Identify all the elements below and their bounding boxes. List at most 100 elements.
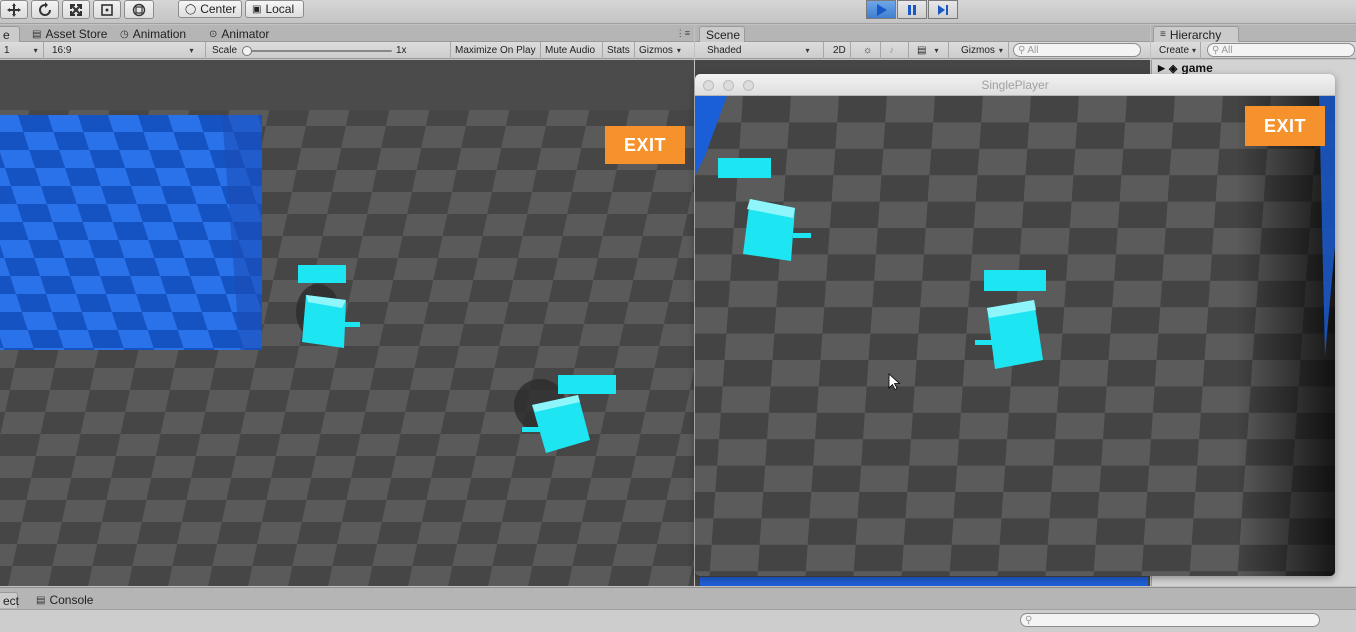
display-dropdown[interactable]: 1 ▾: [0, 42, 44, 59]
maximize-on-play-label: Maximize On Play: [455, 45, 536, 56]
cube-icon: ▣: [252, 3, 262, 15]
mute-audio-label: Mute Audio: [545, 45, 596, 56]
window-titlebar[interactable]: SinglePlayer: [695, 74, 1335, 96]
play-button[interactable]: [866, 0, 896, 19]
health-bar: [298, 265, 346, 283]
tab-game[interactable]: e: [0, 26, 20, 42]
tab-project[interactable]: ect: [0, 592, 20, 608]
shading-dropdown[interactable]: Shaded ▾: [699, 42, 824, 59]
pause-button[interactable]: [897, 0, 927, 19]
clock-icon: ◷: [120, 28, 129, 40]
scale-slider[interactable]: [242, 50, 392, 52]
scene-floor-strip: [700, 577, 1148, 586]
rotate-button[interactable]: [31, 0, 59, 19]
dropdown-arrow-icon: ▾: [676, 46, 681, 55]
create-dropdown[interactable]: Create ▾: [1155, 42, 1201, 59]
effects-dropdown[interactable]: ▤ ▾: [913, 42, 949, 59]
scale-control: Scale 1x: [206, 42, 451, 59]
unity-logo-icon: ◈: [1168, 62, 1178, 75]
game-viewport[interactable]: EXIT: [0, 60, 694, 586]
player-viewport[interactable]: EXIT: [695, 96, 1335, 576]
health-bar: [718, 158, 771, 178]
scene-gizmos-dropdown[interactable]: Gizmos ▾: [957, 42, 1009, 59]
dropdown-arrow-icon: ▾: [1192, 46, 1197, 55]
stats-label: Stats: [607, 45, 630, 56]
tab-console[interactable]: ▤ Console: [30, 592, 99, 608]
mode-2d-toggle[interactable]: 2D: [829, 42, 851, 59]
cube-barrel: [522, 427, 540, 432]
cube-barrel: [975, 340, 995, 345]
panel-menu-icon[interactable]: ⋮≡: [676, 28, 690, 39]
dropdown-arrow-icon: ▾: [33, 46, 38, 55]
pivot-center-button[interactable]: ◯ Center: [178, 0, 242, 18]
scene-gizmos-label: Gizmos: [961, 45, 995, 56]
rect-tool-button[interactable]: [93, 0, 121, 19]
scale-slider-knob[interactable]: [242, 46, 252, 56]
scene-search-placeholder: All: [1027, 44, 1039, 56]
search-icon: ⚲: [1018, 44, 1026, 56]
animator-icon: ⊙: [209, 28, 218, 40]
dropdown-arrow-icon: ▾: [934, 46, 939, 55]
dropdown-arrow-icon: ▾: [189, 46, 194, 55]
tab-animation[interactable]: ◷ Animation: [114, 26, 192, 42]
gizmos-dropdown[interactable]: Gizmos ▾: [635, 42, 694, 59]
tab-scene[interactable]: Scene: [699, 26, 745, 42]
player-scene-render: [695, 96, 1335, 576]
scene-control-row: Shaded ▾ 2D ☼ ♪ ▤ ▾ Gizmos ▾ ⚲ All: [695, 42, 1150, 59]
aspect-dropdown[interactable]: 16:9 ▾: [44, 42, 206, 59]
tab-project-label: ect: [3, 593, 20, 608]
main-toolbar: ◯ Center ▣ Local: [0, 0, 1356, 24]
scale-value: 1x: [396, 45, 407, 56]
hierarchy-item-game[interactable]: ▶ ◈ game: [1158, 61, 1213, 75]
health-bar: [558, 375, 616, 394]
blue-wall: [0, 115, 262, 350]
pivot-local-button[interactable]: ▣ Local: [245, 0, 304, 18]
game-control-row: 1 ▾ 16:9 ▾ Scale 1x Maximize On Play Mut…: [0, 42, 694, 59]
lighting-toggle[interactable]: ☼: [859, 42, 881, 59]
sun-icon: ☼: [863, 45, 873, 56]
singleplayer-window: SinglePlayer EXIT: [695, 74, 1335, 576]
scale-button[interactable]: [62, 0, 90, 19]
hierarchy-item-label: game: [1181, 61, 1213, 75]
maximize-on-play-toggle[interactable]: Maximize On Play: [451, 42, 541, 59]
image-icon: ▤: [917, 45, 927, 56]
scene-tab-row: Scene: [695, 25, 1150, 42]
mute-audio-toggle[interactable]: Mute Audio: [541, 42, 603, 59]
stats-toggle[interactable]: Stats: [603, 42, 635, 59]
bottom-tab-row: ect ▤ Console: [0, 587, 1356, 609]
hierarchy-search-input[interactable]: ⚲ All: [1207, 43, 1355, 57]
hand-move-button[interactable]: [0, 0, 28, 19]
speaker-icon: ♪: [889, 45, 894, 56]
tab-game-label: e: [3, 27, 10, 42]
step-button[interactable]: [928, 0, 958, 19]
tab-animator[interactable]: ⊙ Animator: [203, 26, 275, 42]
hand-move-icon: [7, 2, 21, 17]
tab-animator-label: Animator: [221, 27, 270, 41]
aspect-value: 16:9: [52, 45, 72, 56]
exit-button[interactable]: EXIT: [1245, 106, 1325, 146]
tab-hierarchy[interactable]: ≡ Hierarchy: [1153, 26, 1239, 42]
gizmos-label: Gizmos: [639, 45, 673, 56]
console-search-input[interactable]: ⚲: [1020, 613, 1320, 627]
wall-shadow: [1235, 96, 1335, 576]
step-icon: [938, 4, 948, 15]
expand-arrow-icon[interactable]: ▶: [1158, 63, 1165, 74]
audio-toggle[interactable]: ♪: [885, 42, 909, 59]
exit-button[interactable]: EXIT: [605, 126, 685, 164]
pivot-center-label: Center: [200, 2, 237, 16]
scene-search-input[interactable]: ⚲ All: [1013, 43, 1141, 57]
health-bar: [984, 270, 1046, 291]
tab-asset-store-label: Asset Store: [45, 27, 108, 41]
rect-tool-icon: [101, 3, 113, 16]
pivot-local-label: Local: [265, 2, 295, 16]
transform-icon: [132, 3, 146, 16]
transform-button[interactable]: [124, 0, 154, 19]
bottom-toolbar: ⚲: [0, 609, 1356, 632]
display-value: 1: [4, 45, 10, 56]
create-label: Create: [1159, 45, 1190, 56]
tab-animation-label: Animation: [132, 27, 187, 41]
tab-hierarchy-label: Hierarchy: [1169, 27, 1222, 42]
tab-asset-store[interactable]: ▤ Asset Store: [26, 26, 113, 42]
shopping-bag-icon: ▤: [32, 28, 42, 40]
pivot-center-icon: ◯: [185, 3, 197, 15]
